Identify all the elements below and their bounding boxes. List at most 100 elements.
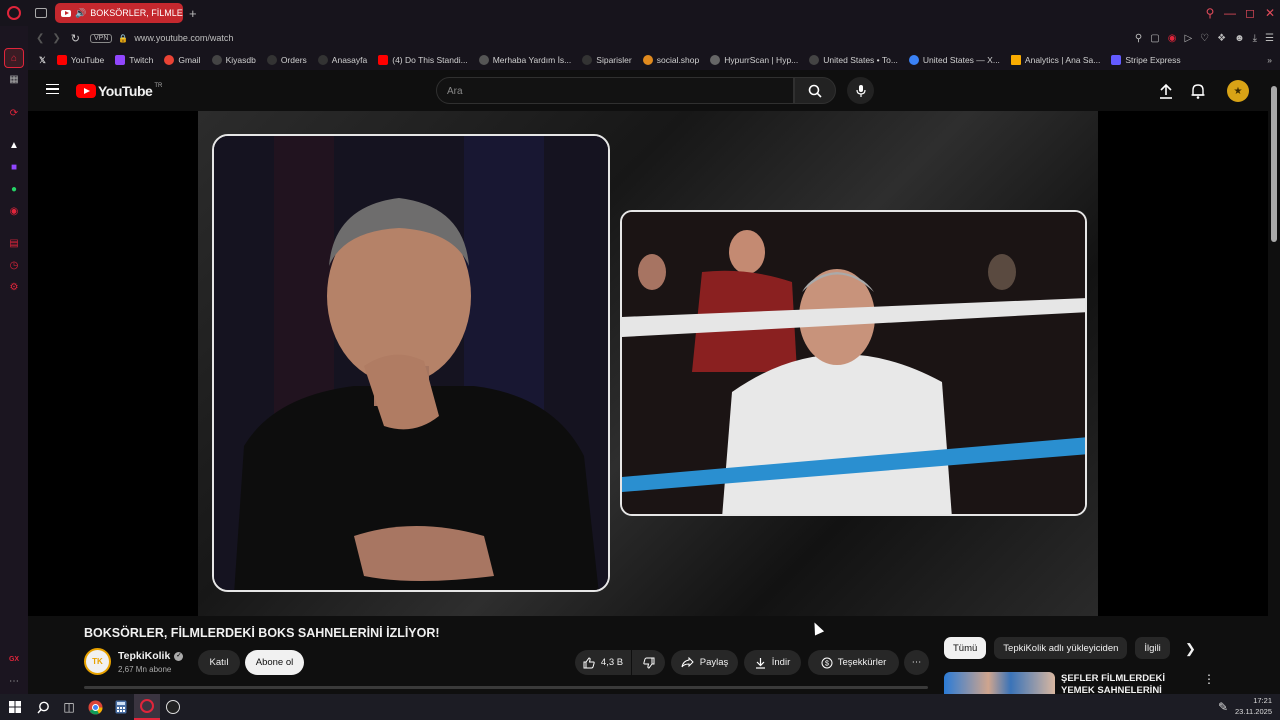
bookmark-united-states-x[interactable]: United States — X...: [908, 55, 1000, 65]
whatsapp-icon[interactable]: ●: [7, 182, 21, 196]
speaker-icon[interactable]: 🔊: [75, 8, 86, 19]
pocket-icon[interactable]: ◉: [1168, 33, 1177, 44]
search-input[interactable]: Ara: [436, 77, 794, 104]
share-button[interactable]: Paylaş: [671, 650, 738, 675]
windows-start-icon[interactable]: [0, 694, 30, 720]
voice-search-button[interactable]: [847, 77, 874, 104]
bookmark-kiyasdb[interactable]: Kiyasdb: [211, 55, 256, 65]
gx-corner-icon[interactable]: GX: [7, 652, 21, 666]
youtube-favicon-icon: [61, 9, 71, 17]
search-button[interactable]: [794, 77, 836, 104]
bookmark-stripe-express[interactable]: Stripe Express: [1111, 55, 1181, 65]
x-twitter-icon[interactable]: 𝕏: [39, 55, 46, 66]
pin-icon[interactable]: ⚲: [1135, 33, 1142, 44]
bookmark-social-shop[interactable]: social.shop: [642, 55, 699, 65]
bookmark-siparisler[interactable]: Siparisler: [582, 55, 632, 65]
lock-icon[interactable]: 🔒: [118, 34, 128, 43]
extensions-icon[interactable]: ❖: [1217, 33, 1226, 44]
wallet-icon[interactable]: ▤: [7, 236, 21, 250]
recommended-video-thumbnail[interactable]: [944, 672, 1055, 694]
address-bar-tools: ⚲ ▢ ◉ ▷ ♡ ❖ ☻ ⤓ ☰: [1135, 26, 1274, 50]
back-icon[interactable]: ❮: [36, 33, 44, 44]
youtube-wordmark: YouTube: [98, 83, 153, 99]
video-player[interactable]: [28, 111, 1268, 616]
obs-icon[interactable]: [160, 694, 186, 720]
thumbs-down-icon: [642, 657, 654, 669]
pen-icon[interactable]: ✎: [1210, 694, 1236, 720]
upload-icon[interactable]: [1158, 83, 1174, 99]
youtube-logo[interactable]: YouTube TR: [76, 83, 162, 99]
task-view-icon[interactable]: ◫: [56, 694, 82, 720]
dislike-button[interactable]: [632, 650, 665, 675]
menu-icon[interactable]: [46, 84, 59, 94]
subscribe-button[interactable]: Abone ol: [245, 650, 304, 675]
settings-icon[interactable]: ⚙: [7, 280, 21, 294]
bookmark-anasayfa[interactable]: Anasayfa: [317, 55, 367, 65]
heart-icon[interactable]: ♡: [1200, 33, 1209, 44]
calculator-icon[interactable]: [108, 694, 134, 720]
new-tab-button[interactable]: +: [189, 6, 197, 21]
download-button[interactable]: İndir: [744, 650, 801, 675]
bookmark-twitch[interactable]: Twitch: [115, 55, 153, 65]
bookmark-gmail[interactable]: Gmail: [164, 55, 201, 65]
bookmark-youtube-video[interactable]: (4) Do This Standi...: [378, 55, 468, 65]
opera-logo-icon: [140, 699, 154, 713]
reload-icon[interactable]: ↻: [71, 32, 80, 45]
chevron-right-icon[interactable]: ❯: [1185, 641, 1196, 657]
tab-islands-icon[interactable]: [35, 8, 47, 18]
search-icon: [808, 84, 822, 98]
bookmark-united-states-trends[interactable]: United States • To...: [809, 55, 898, 65]
user-avatar[interactable]: ★: [1227, 80, 1249, 102]
share-icon: [681, 657, 694, 668]
home-icon[interactable]: ⌂: [4, 48, 24, 68]
a-logo-icon[interactable]: ▲: [7, 138, 21, 152]
more-actions-button[interactable]: ⋯: [904, 650, 929, 675]
player-icon[interactable]: ▷: [1184, 33, 1192, 44]
channel-name[interactable]: TepkiKolik ✓: [118, 650, 184, 662]
join-button[interactable]: Katıl: [198, 650, 240, 675]
music-icon[interactable]: ◉: [7, 204, 21, 218]
forward-icon[interactable]: ❯: [52, 33, 60, 44]
more-vertical-icon[interactable]: ⋮: [1203, 672, 1215, 686]
opera-gx-taskbar-icon[interactable]: [134, 694, 160, 720]
chip-related[interactable]: İlgili: [1135, 637, 1170, 659]
like-button[interactable]: 4,3 B: [575, 650, 631, 675]
more-icon[interactable]: ⋯: [7, 674, 21, 688]
chrome-icon[interactable]: [82, 694, 108, 720]
bookmark-merhaba[interactable]: Merhaba Yardım İs...: [478, 55, 571, 65]
video-frame[interactable]: [198, 111, 1098, 616]
browser-tab-active[interactable]: 🔊 BOKSÖRLER, FİLMLERİ: [55, 3, 183, 23]
thanks-button[interactable]: $ Teşekkürler: [808, 650, 899, 675]
bookmark-orders[interactable]: Orders: [266, 55, 307, 65]
opera-menu-icon[interactable]: [7, 6, 21, 20]
twitch-icon[interactable]: ■: [7, 160, 21, 174]
clock-time: 17:21: [1253, 696, 1272, 705]
recommended-video-title[interactable]: ŞEFLER FİLMLERDEKİ YEMEK SAHNELERİNİ İZL…: [1061, 673, 1193, 694]
history-icon[interactable]: ◷: [7, 258, 21, 272]
bookmark-youtube[interactable]: YouTube: [56, 55, 104, 65]
download-icon[interactable]: ⤓: [1253, 33, 1257, 44]
maximize-icon[interactable]: ◻: [1240, 6, 1260, 20]
bookmark-analytics[interactable]: Analytics | Ana Sa...: [1010, 55, 1100, 65]
scrollbar-thumb[interactable]: [1271, 86, 1277, 242]
close-icon[interactable]: ✕: [1260, 6, 1280, 20]
url-field[interactable]: www.youtube.com/watch: [134, 33, 233, 43]
snapshot-icon[interactable]: ▢: [1150, 33, 1159, 44]
search-icon[interactable]: [30, 694, 56, 720]
page-scrollbar[interactable]: [1268, 70, 1280, 694]
chip-from-uploader[interactable]: TepkiKolik adlı yükleyiciden: [994, 637, 1128, 659]
search-tabs-icon[interactable]: ⚲: [1200, 6, 1220, 20]
aria-icon[interactable]: ⟳: [7, 106, 21, 120]
account-icon[interactable]: ☻: [1234, 33, 1245, 44]
chip-all[interactable]: Tümü: [944, 637, 987, 659]
notifications-icon[interactable]: [1190, 83, 1206, 99]
bookmark-hypurrscan[interactable]: HypurrScan | Hyp...: [710, 55, 798, 65]
game-icon[interactable]: ▦: [7, 72, 21, 86]
channel-avatar[interactable]: TK: [84, 648, 111, 675]
minimize-icon[interactable]: —: [1220, 6, 1240, 20]
microphone-icon: [855, 84, 866, 97]
bookmarks-overflow-icon[interactable]: »: [1267, 55, 1272, 65]
easy-setup-icon[interactable]: ☰: [1265, 33, 1274, 44]
vpn-badge[interactable]: VPN: [90, 33, 113, 43]
system-clock[interactable]: 17:21 23.11.2025: [1235, 695, 1272, 717]
